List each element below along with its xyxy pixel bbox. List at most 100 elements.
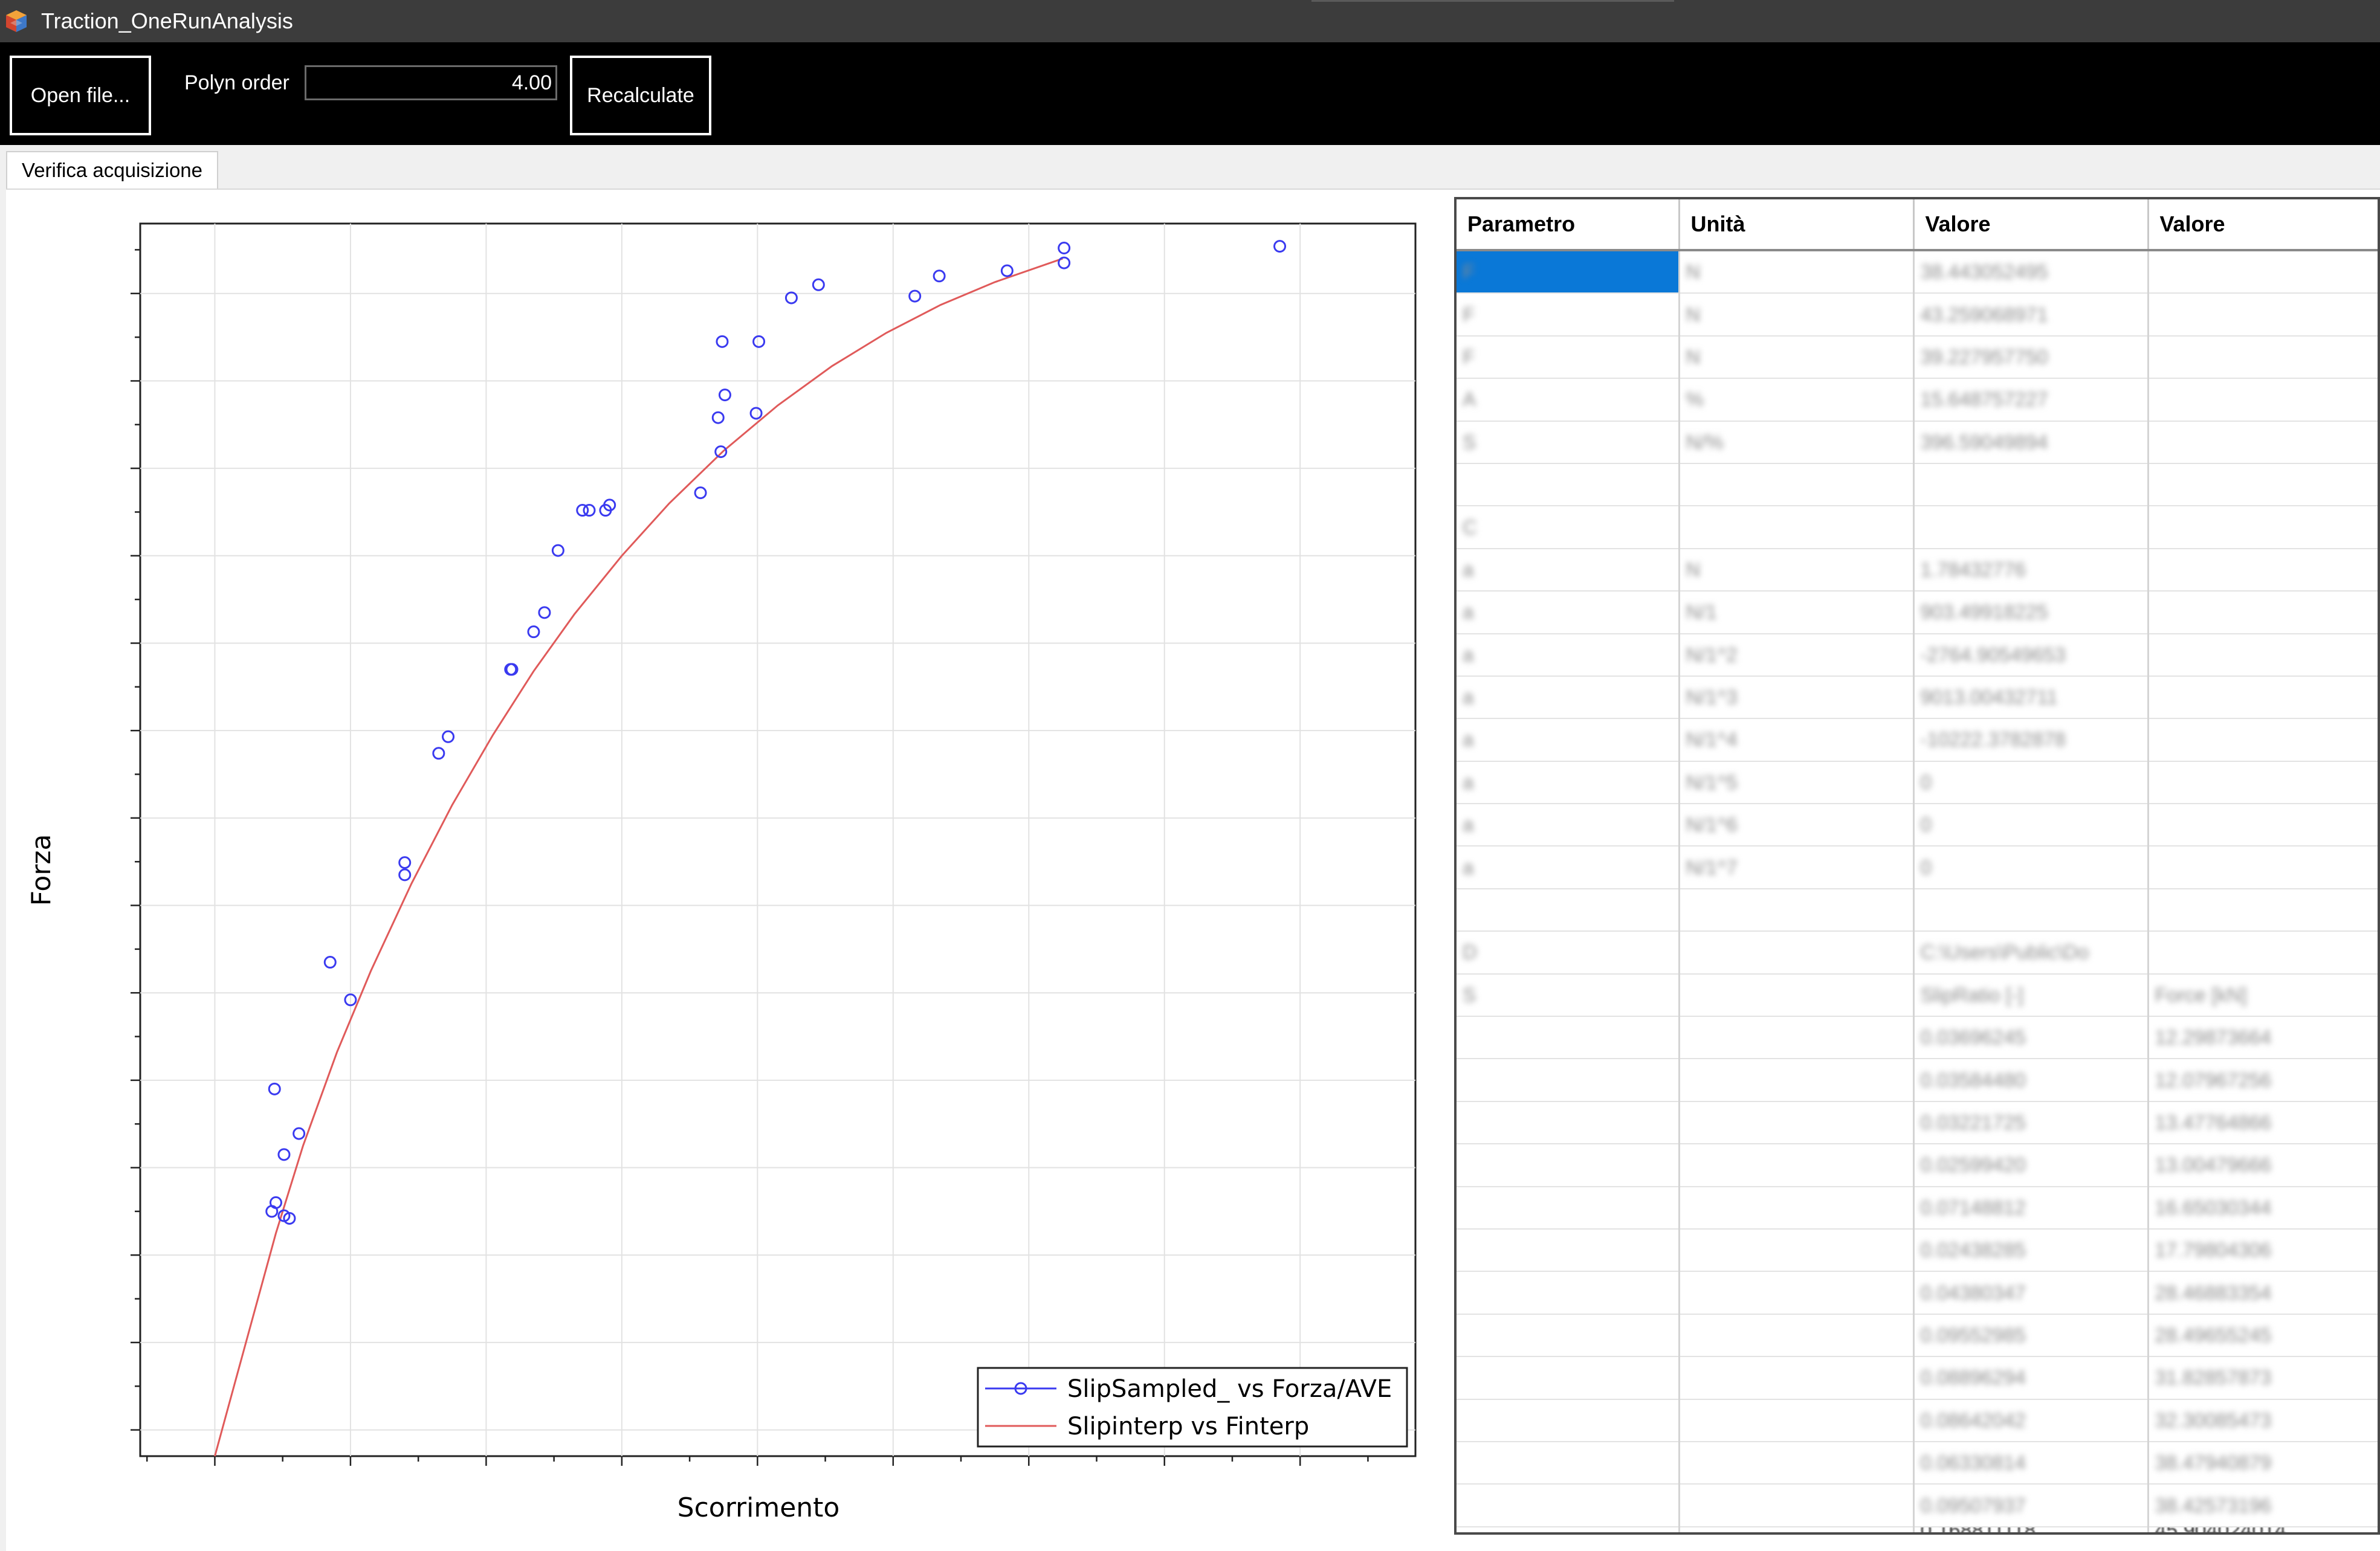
table-cell[interactable]: 43.259068971 [1913,293,2149,337]
table-row[interactable]: a N/1^4 -10222.3782878 [1457,718,2378,762]
table-row[interactable]: 0.03584480 12.07967256 [1457,1059,2378,1102]
table-row[interactable]: a N/1^5 0 [1457,761,2378,805]
column-header-unita[interactable]: Unità [1679,199,1915,251]
table-cell[interactable]: N/1^6 [1679,804,1915,847]
table-cell[interactable] [1679,1144,1915,1187]
table-cell[interactable]: 0.07148812 [1913,1186,2149,1230]
table-cell[interactable]: 13.00479666 [2148,1144,2378,1187]
table-cell[interactable]: 0.06330814 [1913,1441,2149,1485]
table-cell[interactable] [1679,1016,1915,1060]
table-cell[interactable]: 0.08642042 [1913,1399,2149,1442]
table-cell[interactable] [1679,506,1915,549]
table-cell[interactable]: a [1457,718,1680,762]
table-cell[interactable] [2148,421,2378,464]
table-cell[interactable]: 903.49918225 [1913,591,2149,634]
table-cell[interactable]: 32.30085473 [2148,1399,2378,1442]
table-cell[interactable] [1679,1101,1915,1145]
table-cell[interactable] [1679,1271,1915,1315]
table-cell[interactable]: 9013.00432711 [1913,676,2149,720]
table-cell[interactable]: 31.82857873 [2148,1356,2378,1400]
table-cell[interactable]: N/1^3 [1679,676,1915,720]
table-cell[interactable]: C [1457,506,1680,549]
table-cell[interactable] [2148,804,2378,847]
table-cell[interactable]: N [1679,293,1915,337]
table-row[interactable]: D C:\Users\Public\Do [1457,931,2378,975]
table-cell[interactable]: 39.227957750 [1913,335,2149,379]
table-cell[interactable]: 0.03221725 [1913,1101,2149,1145]
table-cell[interactable] [1679,463,1915,507]
table-row[interactable]: 0.02438285 17.79804306 [1457,1228,2378,1272]
table-cell[interactable]: 0.04380347 [1913,1271,2149,1315]
table-cell[interactable]: a [1457,591,1680,634]
table-row[interactable]: a N/1 903.49918225 [1457,591,2378,634]
table-row[interactable]: A% 15.648757227 [1457,378,2378,422]
table-cell[interactable] [1913,888,2149,932]
table-cell[interactable]: a [1457,846,1680,889]
table-cell[interactable] [1679,1484,1915,1527]
table-cell[interactable] [1679,1059,1915,1102]
table-row[interactable]: a N/1^3 9013.00432711 [1457,676,2378,720]
table-cell[interactable] [1457,1016,1680,1060]
table-cell[interactable] [1679,1441,1915,1485]
table-cell[interactable]: S [1457,421,1680,464]
table-row[interactable]: 0.04380347 28.46883354 [1457,1271,2378,1315]
table-cell[interactable]: A [1457,378,1680,422]
table-row[interactable]: S N/% 396.59049894 [1457,421,2378,464]
table-cell[interactable]: F [1457,250,1680,294]
table-cell[interactable]: -2764.90549653 [1913,633,2149,677]
table-cell[interactable]: N/1^5 [1679,761,1915,805]
table-cell[interactable]: 0.09507937 [1913,1484,2149,1527]
polyn-order-input[interactable] [305,65,557,100]
table-cell[interactable]: a [1457,804,1680,847]
table-cell[interactable]: F [1457,335,1680,379]
table-cell[interactable]: 0.03584480 [1913,1059,2149,1102]
table-cell[interactable] [1457,1356,1680,1400]
table-cell[interactable]: 0 [1913,761,2149,805]
table-cell[interactable]: 28.46883354 [2148,1271,2378,1315]
table-row[interactable]: S SlipRatio [-] Force [kN] [1457,973,2378,1017]
table-row[interactable]: a N 1.78432776 [1457,548,2378,592]
table-cell[interactable] [1457,1228,1680,1272]
table-cell[interactable] [1457,1186,1680,1230]
table-cell[interactable] [1679,1399,1915,1442]
table-row[interactable]: F N 39.227957750 [1457,335,2378,379]
table-cell[interactable] [2148,846,2378,889]
table-cell[interactable]: S [1457,973,1680,1017]
table-cell[interactable] [2148,378,2378,422]
table-cell[interactable] [1457,888,1680,932]
table-cell[interactable]: N/% [1679,421,1915,464]
tab-verifica-acquisizione[interactable]: Verifica acquisizione [6,151,218,189]
table-cell[interactable]: 38.443052495 [1913,250,2149,294]
column-header-valore[interactable]: Valore [1913,199,2149,251]
table-cell[interactable] [1679,1526,1915,1532]
table-cell[interactable]: N [1679,335,1915,379]
table-cell[interactable]: 38.47940879 [2148,1441,2378,1485]
table-cell[interactable]: 0.02438285 [1913,1228,2149,1272]
table-row-partial[interactable]: 0.168811118 45.904024014 [1457,1526,2378,1532]
table-row[interactable]: F N 38.443052495 [1457,250,2378,294]
table-row[interactable]: a N/1^2 -2764.90549653 [1457,633,2378,677]
table-cell[interactable]: 12.29873664 [2148,1016,2378,1060]
table-cell[interactable]: 0.09552985 [1913,1314,2149,1358]
table-cell[interactable] [1679,888,1915,932]
table-cell[interactable]: N [1679,548,1915,592]
table-cell[interactable] [1457,1441,1680,1485]
table-cell[interactable] [1679,1186,1915,1230]
table-row[interactable]: 0.09552985 28.49655245 [1457,1314,2378,1358]
table-cell[interactable] [2148,931,2378,975]
table-cell[interactable] [2148,506,2378,549]
table-row[interactable]: 0.08896294 31.82857873 [1457,1356,2378,1400]
table-row[interactable]: 0.03696245 12.29873664 [1457,1016,2378,1060]
table-row[interactable]: 0.03221725 13.47764866 [1457,1101,2378,1145]
table-cell[interactable]: 0.168811118 [1913,1526,2149,1532]
table-cell[interactable]: N/1^7 [1679,846,1915,889]
table-cell[interactable]: 1.78432776 [1913,548,2149,592]
table-cell[interactable]: N [1679,250,1915,294]
table-cell[interactable] [2148,591,2378,634]
table-cell[interactable] [1457,1059,1680,1102]
table-cell[interactable]: 38.42573196 [2148,1484,2378,1527]
table-cell[interactable]: 12.07967256 [2148,1059,2378,1102]
table-row[interactable] [1457,463,2378,507]
table-cell[interactable]: N/1^4 [1679,718,1915,762]
table-cell[interactable] [1679,931,1915,975]
